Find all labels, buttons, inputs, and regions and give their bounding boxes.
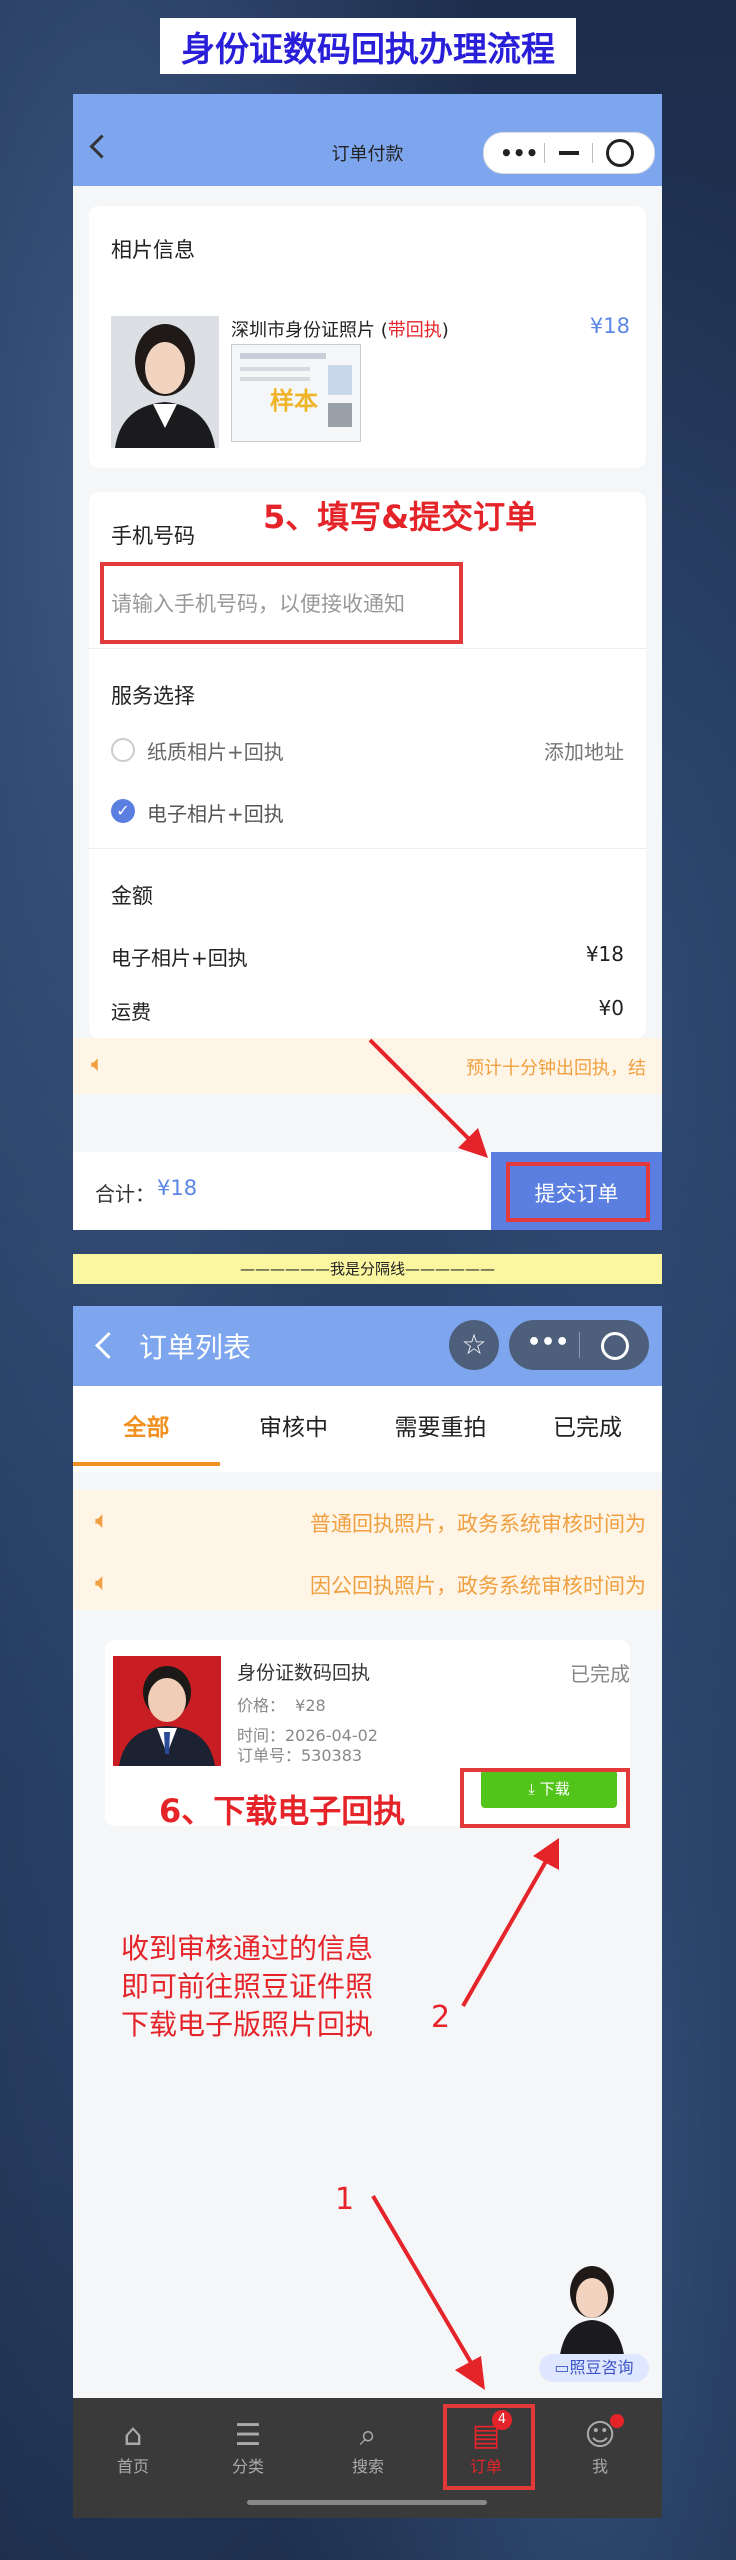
- arrow-2-label: 2: [431, 2000, 451, 2035]
- tab-reviewing[interactable]: 审核中: [220, 1408, 367, 1442]
- chat-icon: ▭: [554, 2358, 570, 2377]
- more-icon[interactable]: •••: [527, 1330, 569, 1355]
- add-address-link[interactable]: 添加地址: [544, 736, 624, 765]
- close-circle-icon[interactable]: [601, 1332, 629, 1360]
- nav-profile[interactable]: ☺ 我: [550, 2414, 650, 2477]
- product-name: 深圳市身份证照片 (带回执): [231, 320, 449, 341]
- speaker-icon: 🔈︎: [95, 1568, 110, 1596]
- arrow-to-orders-tab: [371, 2194, 485, 2390]
- order-number: 订单号：530383: [237, 1746, 363, 1765]
- profile-icon: ☺: [584, 2418, 616, 2453]
- tab-retake[interactable]: 需要重拍: [367, 1408, 514, 1442]
- line-item-price: ¥18: [585, 942, 624, 966]
- separator: [579, 1332, 580, 1358]
- separator-strip: ——————我是分隔线——————: [73, 1254, 662, 1284]
- order-list-screen: 订单列表 ☆ ••• 全部 审核中 需要重拍 已完成 🔈︎ 普通回执照片，政务系…: [73, 1306, 662, 2518]
- close-circle-icon[interactable]: [606, 139, 634, 167]
- instruction-text: 收到审核通过的信息 即可前往照豆证件照 下载电子版照片回执: [121, 1932, 374, 2041]
- home-icon: ⌂: [123, 2418, 143, 2453]
- option-digital-label[interactable]: 电子相片+回执: [147, 798, 284, 827]
- arrow-line: [461, 1855, 551, 2007]
- submit-button-highlight: [506, 1162, 650, 1222]
- search-icon: ⌕: [359, 2418, 377, 2453]
- radio-digital-checked[interactable]: ✓: [111, 799, 135, 823]
- service-label: 服务选择: [111, 684, 195, 708]
- total-label: 合计：: [95, 1182, 155, 1206]
- bottom-nav: ⌂ 首页 ☰ 分类 ⌕ 搜索 ▤ 订单 4 ☺ 我: [73, 2398, 662, 2518]
- receipt-sample-image: 样本: [231, 344, 361, 442]
- amount-label: 金额: [111, 884, 153, 908]
- phone-label: 手机号码: [111, 524, 195, 548]
- total-value: ¥18: [157, 1176, 198, 1200]
- nav-category[interactable]: ☰ 分类: [198, 2418, 298, 2477]
- section-title: 相片信息: [111, 238, 195, 262]
- category-icon: ☰: [234, 2418, 262, 2453]
- step-6-label: 6、下载电子回执: [159, 1792, 406, 1830]
- shipping-price: ¥0: [598, 996, 624, 1020]
- portrait-photo: [111, 316, 219, 448]
- profile-badge-dot: [610, 2414, 624, 2428]
- active-tab-underline: [73, 1462, 220, 1466]
- banner-title: 身份证数码回执办理流程: [160, 18, 576, 74]
- line-item-label: 电子相片+回执: [111, 946, 248, 970]
- shipping-label: 运费: [111, 1000, 151, 1024]
- divider: [89, 648, 646, 649]
- speaker-icon: 🔈︎: [91, 1052, 105, 1077]
- order-status: 已完成: [570, 1662, 630, 1686]
- consult-label[interactable]: ▭照豆咨询: [539, 2354, 649, 2382]
- back-icon[interactable]: [95, 1332, 122, 1359]
- order-title: 身份证数码回执: [237, 1662, 371, 1684]
- capsule-menu: •••: [509, 1320, 649, 1370]
- consult-widget[interactable]: ▭照豆咨询: [539, 2262, 649, 2392]
- favorite-button[interactable]: ☆: [449, 1320, 499, 1370]
- more-icon[interactable]: •••: [500, 141, 538, 165]
- nav-home[interactable]: ⌂ 首页: [83, 2418, 183, 2477]
- capsule-menu: •••: [483, 132, 655, 174]
- order-price: 价格： ¥28: [237, 1696, 326, 1715]
- download-button-highlight: [460, 1768, 630, 1828]
- option-paper-label[interactable]: 纸质相片+回执: [147, 736, 284, 765]
- order-photo: [113, 1656, 221, 1766]
- tab-completed[interactable]: 已完成: [514, 1408, 661, 1442]
- star-icon: ☆: [461, 1328, 487, 1361]
- step-5-label: 5、填写&提交订单: [263, 498, 538, 536]
- divider: [89, 848, 646, 849]
- separator: [544, 143, 545, 163]
- minimize-icon[interactable]: [559, 151, 579, 155]
- arrow-to-download: [461, 1838, 559, 2007]
- product-price: ¥18: [589, 314, 630, 338]
- header-bar: 订单列表 ☆ •••: [73, 1306, 662, 1386]
- header-bar: 订单付款 •••: [73, 94, 662, 186]
- photo-info-card: 相片信息 深圳市身份证照片 (带回执) ¥18 样本: [89, 206, 646, 468]
- arrow-line: [371, 2194, 475, 2368]
- arrow-1-label: 1: [335, 2182, 355, 2217]
- sample-stamp: 样本: [270, 387, 318, 415]
- arrow-to-submit: [368, 1038, 488, 1158]
- phone-input-highlight: [100, 562, 463, 644]
- notice-text-2: 因公回执照片，政务系统审核时间为: [310, 1574, 646, 1598]
- notice-bar: 🔈︎ 普通回执照片，政务系统审核时间为 🔈︎ 因公回执照片，政务系统审核时间为: [73, 1490, 662, 1610]
- radio-paper[interactable]: [111, 738, 135, 762]
- tab-all[interactable]: 全部: [73, 1408, 220, 1442]
- orders-tab-highlight: [443, 2404, 535, 2490]
- separator: [592, 143, 593, 163]
- arrow-line: [368, 1038, 472, 1142]
- consultant-avatar: [559, 2266, 625, 2362]
- nav-search[interactable]: ⌕ 搜索: [318, 2418, 418, 2477]
- page-title: 订单列表: [139, 1331, 252, 1364]
- notice-text-1: 普通回执照片，政务系统审核时间为: [310, 1512, 646, 1536]
- tab-bar: 全部 审核中 需要重拍 已完成: [73, 1386, 662, 1472]
- home-indicator: [247, 2500, 487, 2505]
- speaker-icon: 🔈︎: [95, 1506, 110, 1534]
